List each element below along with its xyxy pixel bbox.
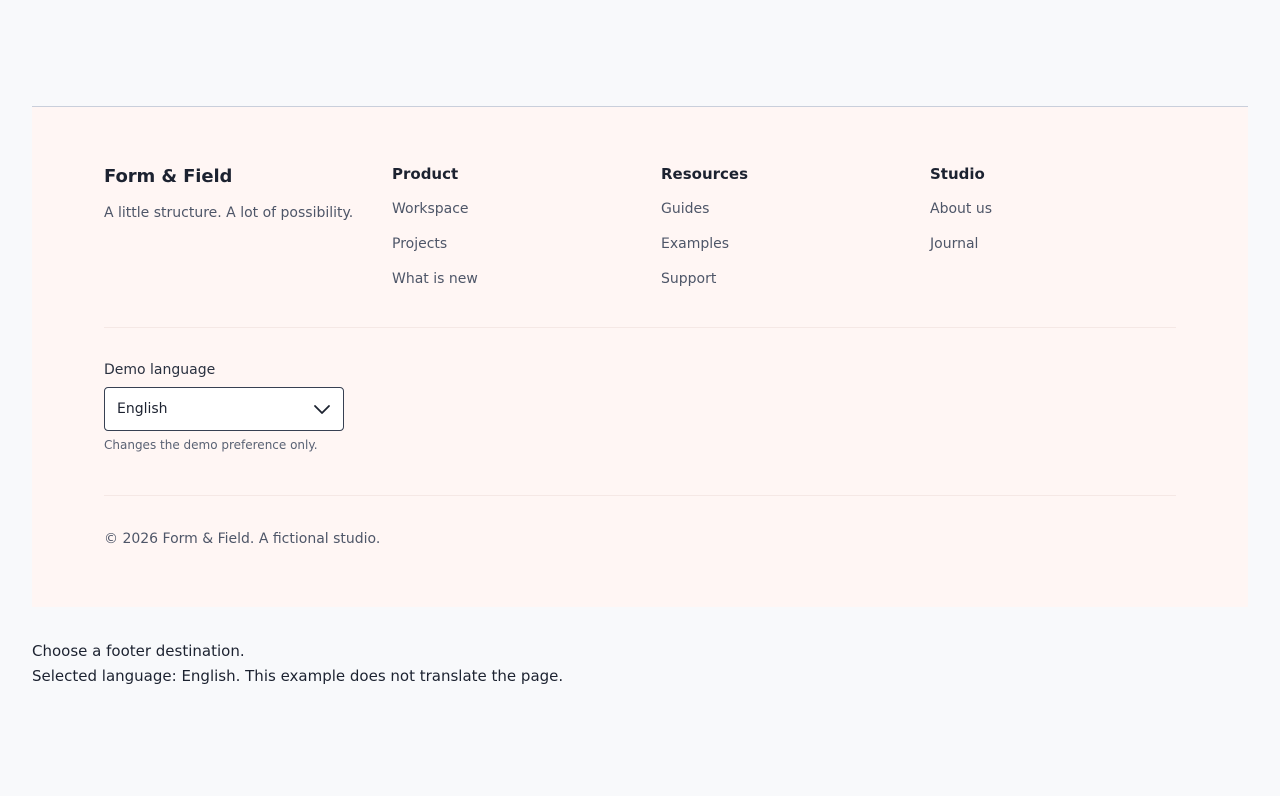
- footer-link-support[interactable]: Support: [661, 271, 716, 287]
- copyright-text: © 2026 Form & Field. A fictional studio.: [104, 531, 381, 547]
- language-hint: Changes the demo preference only.: [104, 438, 318, 452]
- footer-link-about-us[interactable]: About us: [930, 201, 992, 217]
- footer-link-workspace[interactable]: Workspace: [392, 201, 469, 217]
- brand-tagline: A little structure. A lot of possibility…: [104, 205, 354, 221]
- language-select[interactable]: English: [104, 387, 344, 431]
- footer-column-resources: Resources Guides Examples Support: [661, 164, 748, 289]
- brand-name: Form & Field: [104, 166, 233, 187]
- footer-column-product: Product Workspace Projects What is new: [392, 164, 478, 289]
- footer-link-guides[interactable]: Guides: [661, 201, 709, 217]
- site-footer: Form & Field A little structure. A lot o…: [32, 106, 1248, 607]
- column-title-studio: Studio: [930, 165, 985, 183]
- footer-link-what-is-new[interactable]: What is new: [392, 271, 478, 287]
- footer-column-studio: Studio About us Journal: [930, 164, 992, 254]
- column-title-product: Product: [392, 165, 459, 183]
- footer-link-examples[interactable]: Examples: [661, 236, 729, 252]
- footer-divider: [104, 327, 1176, 328]
- footer-link-projects[interactable]: Projects: [392, 236, 447, 252]
- footer-link-journal[interactable]: Journal: [930, 236, 978, 252]
- chevron-down-icon: [314, 405, 330, 414]
- language-label: Demo language: [104, 362, 216, 378]
- language-select-value: English: [117, 401, 168, 417]
- column-title-resources: Resources: [661, 165, 749, 183]
- footer-divider-bottom: [104, 495, 1176, 496]
- language-status-message: Selected language: English. This example…: [32, 667, 564, 685]
- status-message: Choose a footer destination.: [32, 642, 245, 660]
